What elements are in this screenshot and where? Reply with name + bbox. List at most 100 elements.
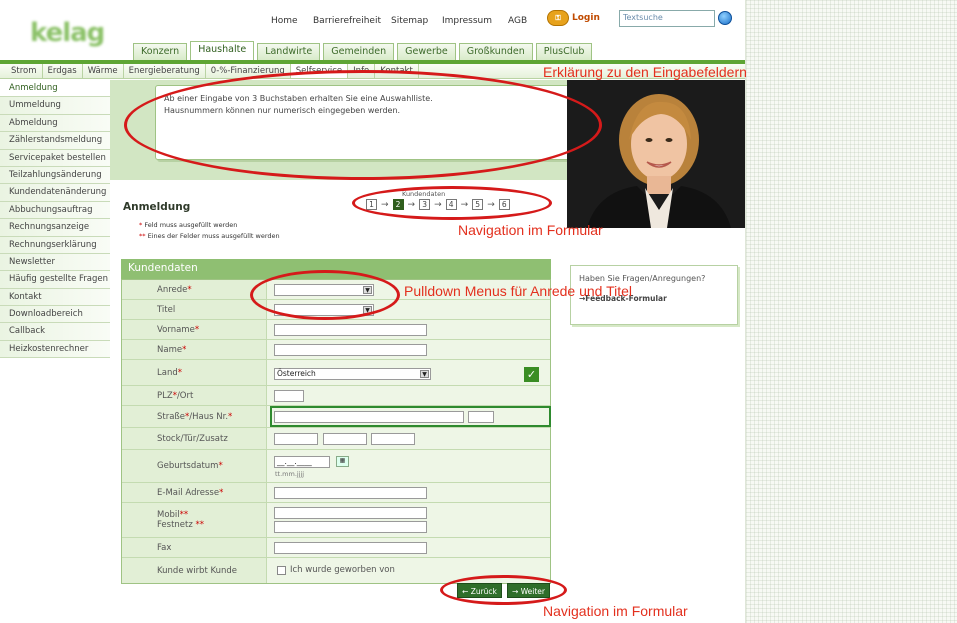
plz-input[interactable]: [274, 390, 304, 402]
fax-input[interactable]: [274, 542, 427, 554]
globe-search-icon[interactable]: [718, 11, 732, 25]
subnav-strom[interactable]: Strom: [6, 64, 43, 78]
kelag-logo[interactable]: kelag: [30, 18, 105, 48]
land-select[interactable]: Österreich ▼: [274, 368, 431, 380]
festnetz-label: Festnetz: [157, 520, 193, 530]
date-format-hint: tt.mm.jjjj: [275, 470, 305, 478]
annotation-form-navigation-bottom: Navigation im Formular: [543, 603, 688, 619]
page-background-right: [745, 0, 957, 623]
subnav-energieberatung[interactable]: Energieberatung: [124, 64, 206, 78]
tab-gemeinden[interactable]: Gemeinden: [323, 43, 395, 60]
form-row-vorname: Vorname*: [122, 320, 550, 340]
annotation-form-navigation-top: Navigation im Formular: [458, 222, 603, 238]
sidebar-item-anmeldung[interactable]: Anmeldung: [0, 80, 110, 98]
required-star: *: [187, 284, 192, 295]
sidebar-item-faq[interactable]: Häufig gestellte Fragen: [0, 271, 110, 289]
tab-grosskunden[interactable]: Großkunden: [458, 43, 533, 60]
kwk-checkbox-label: Ich wurde geworben von: [290, 565, 395, 575]
sidebar-item-rechnungserklaerung[interactable]: Rechnungserklärung: [0, 236, 110, 254]
kwk-option: Ich wurde geworben von: [277, 565, 395, 575]
geburtsdatum-input[interactable]: __.__.____: [274, 456, 330, 468]
search-input[interactable]: Textsuche: [619, 10, 715, 27]
tab-gewerbe[interactable]: Gewerbe: [397, 43, 456, 60]
subnav-waerme[interactable]: Wärme: [83, 64, 124, 78]
sidebar-item-rechnungsanzeige[interactable]: Rechnungsanzeige: [0, 219, 110, 237]
kwk-label: Kunde wirbt Kunde: [157, 565, 238, 576]
sitemap-link[interactable]: Sitemap: [391, 16, 428, 26]
customer-data-form: Anrede* ▼ Titel ▼ Vorname* Name* Land* Ö…: [121, 279, 551, 584]
stock-input[interactable]: [274, 433, 318, 445]
name-label: Name: [157, 344, 183, 355]
required-star: *: [218, 461, 223, 471]
stock-label: Stock/Tür/Zusatz: [157, 433, 228, 444]
annotation-ellipse-info: [124, 70, 602, 180]
sidebar-item-teilzahlungsaenderung[interactable]: Teilzahlungsänderung: [0, 166, 110, 185]
calendar-icon[interactable]: ▦: [336, 456, 349, 467]
geburtsdatum-label: Geburtsdatum: [157, 461, 219, 471]
form-row-telefon: Mobil** Festnetz **: [122, 503, 550, 538]
legend-required-text: Feld muss ausgefüllt werden: [144, 221, 238, 229]
main-tabs: Konzern Haushalte Landwirte Gemeinden Ge…: [133, 41, 593, 60]
barrierefreiheit-link[interactable]: Barrierefreiheit: [313, 16, 381, 26]
land-label: Land: [157, 367, 178, 378]
one-of-star: **: [179, 510, 189, 520]
sidebar-item-heizkostenrechner[interactable]: Heizkostenrechner: [0, 340, 110, 359]
sidebar-item-kontakt[interactable]: Kontakt: [0, 288, 110, 307]
required-star: *: [228, 411, 233, 422]
tuer-input[interactable]: [323, 433, 367, 445]
form-row-land: Land* Österreich ▼: [122, 360, 550, 386]
sidebar-item-downloadbereich[interactable]: Downloadbereich: [0, 306, 110, 324]
plz-label: PLZ: [157, 390, 173, 401]
email-input[interactable]: [274, 487, 427, 499]
tab-landwirte[interactable]: Landwirte: [257, 43, 321, 60]
home-link[interactable]: Home: [271, 16, 298, 26]
sidebar-item-callback[interactable]: Callback: [0, 323, 110, 341]
tab-konzern[interactable]: Konzern: [133, 43, 188, 60]
impressum-link[interactable]: Impressum: [442, 16, 492, 26]
legend-one-of: ** Eines der Felder muss ausgefüllt werd…: [139, 232, 280, 240]
name-input[interactable]: [274, 344, 427, 356]
dropdown-arrow-icon: ▼: [420, 370, 429, 378]
required-star: *: [177, 367, 182, 378]
tab-haushalte[interactable]: Haushalte: [190, 41, 255, 60]
sidebar-item-abmeldung[interactable]: Abmeldung: [0, 114, 110, 133]
zusatz-input[interactable]: [371, 433, 415, 445]
form-row-fax: Fax: [122, 538, 550, 558]
ort-label: /Ort: [176, 390, 194, 401]
subnav-erdgas[interactable]: Erdgas: [43, 64, 83, 78]
annotation-pulldown-menus: Pulldown Menus für Anrede und Titel: [404, 283, 633, 299]
sidebar-item-abbuchungsauftrag[interactable]: Abbuchungsauftrag: [0, 201, 110, 220]
form-row-name: Name*: [122, 340, 550, 360]
annotation-ellipse-buttons: [440, 575, 567, 605]
focus-highlight: [270, 406, 551, 427]
login-button[interactable]: ⚿ Login: [547, 10, 600, 26]
annotation-ellipse-steps: [352, 186, 552, 220]
mobil-input[interactable]: [274, 507, 427, 519]
hausnr-label: /Haus Nr.: [189, 411, 229, 422]
key-icon: ⚿: [547, 10, 569, 26]
sidebar-item-ummeldung[interactable]: Ummeldung: [0, 97, 110, 115]
sidebar-item-zaehlerstandsmeldung[interactable]: Zählerstandsmeldung: [0, 132, 110, 150]
sidebar-item-kundendatenaenderung[interactable]: Kundendatenänderung: [0, 184, 110, 202]
email-label: E-Mail Adresse: [157, 487, 220, 498]
legend-star: *: [139, 221, 143, 229]
annotation-input-explanation: Erklärung zu den Eingabefeldern: [543, 64, 747, 80]
vorname-label: Vorname: [157, 324, 195, 335]
required-star: *: [219, 487, 224, 498]
form-row-email: E-Mail Adresse*: [122, 483, 550, 503]
support-agent-photo: [567, 80, 745, 228]
legend-double-star: **: [139, 232, 146, 240]
kwk-checkbox[interactable]: [277, 565, 286, 575]
tab-plusclub[interactable]: PlusClub: [535, 43, 593, 60]
sidebar: Anmeldung Ummeldung Abmeldung Zählerstan…: [0, 80, 110, 359]
festnetz-input[interactable]: [274, 521, 427, 533]
page-title: Anmeldung: [123, 201, 191, 213]
form-row-geburtsdatum: Geburtsdatum* __.__.____ ▦ tt.mm.jjjj: [122, 450, 550, 483]
sidebar-item-newsletter[interactable]: Newsletter: [0, 253, 110, 272]
vorname-input[interactable]: [274, 324, 427, 336]
feedback-question: Haben Sie Fragen/Anregungen?: [579, 274, 706, 283]
legend-required: * Feld muss ausgefüllt werden: [139, 221, 237, 229]
sidebar-item-servicepaket[interactable]: Servicepaket bestellen: [0, 149, 110, 167]
agb-link[interactable]: AGB: [508, 16, 527, 26]
legend-one-of-text: Eines der Felder muss ausgefüllt werden: [147, 232, 280, 240]
